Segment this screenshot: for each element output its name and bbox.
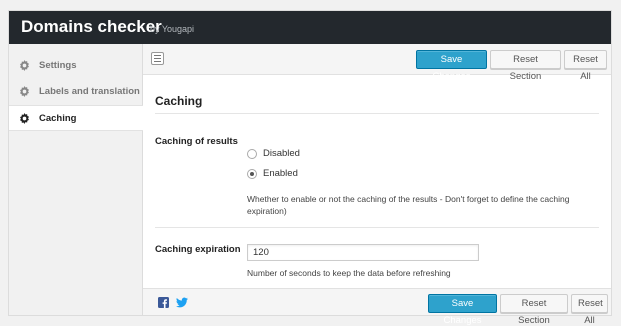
sidebar-item-settings[interactable]: Settings: [9, 52, 143, 78]
gear-icon: [20, 112, 29, 124]
sidebar-item-label: Settings: [39, 59, 77, 71]
gear-icon: [20, 85, 29, 97]
radio-disabled[interactable]: Disabled: [247, 148, 300, 159]
panel-header: Domains checker by Yougapi: [9, 11, 611, 44]
main-content: Save Changes Reset Section Reset All Cac…: [143, 44, 611, 326]
radio-label: Disabled: [263, 148, 300, 159]
panel-title: Domains checker: [21, 17, 162, 36]
caching-results-description: Whether to enable or not the caching of …: [247, 194, 570, 216]
reset-section-button[interactable]: Reset Section: [490, 50, 561, 82]
caching-expiration-input[interactable]: [247, 244, 479, 261]
caching-expiration-label: Caching expiration: [155, 244, 241, 255]
radio-button[interactable]: [247, 168, 257, 179]
reset-all-button[interactable]: Reset All: [564, 50, 607, 82]
twitter-icon[interactable]: [176, 297, 188, 308]
sidebar: Settings Labels and translation Caching: [9, 44, 144, 315]
sidebar-item-label: Caching: [39, 112, 77, 124]
radio-enabled[interactable]: Enabled: [247, 168, 298, 179]
sidebar-item-caching[interactable]: Caching: [9, 105, 144, 131]
panel-subtitle: by Yougapi: [150, 24, 195, 34]
save-button-footer[interactable]: Save Changes: [428, 294, 497, 326]
sidebar-item-label: Labels and translation: [39, 85, 140, 97]
bottom-toolbar: Save Changes Reset Section Reset All: [143, 288, 611, 326]
radio-button[interactable]: [247, 148, 257, 159]
expand-toggle-icon[interactable]: [151, 52, 164, 65]
caching-results-label: Caching of results: [155, 136, 238, 147]
reset-section-button-footer[interactable]: Reset Section: [500, 294, 568, 326]
gear-icon: [20, 59, 29, 71]
top-toolbar: Save Changes Reset Section Reset All: [143, 44, 611, 82]
options-panel: Domains checker by Yougapi Settings Labe…: [8, 10, 612, 326]
radio-label: Enabled: [263, 168, 298, 179]
sidebar-item-labels-translation[interactable]: Labels and translation: [9, 78, 143, 104]
reset-all-button-footer[interactable]: Reset All: [571, 294, 608, 326]
divider: [155, 113, 599, 114]
section-title: Caching: [155, 94, 203, 108]
divider: [155, 227, 599, 228]
facebook-icon[interactable]: [158, 297, 169, 308]
save-button[interactable]: Save Changes: [416, 50, 487, 82]
caching-expiration-description: Number of seconds to keep the data befor…: [247, 268, 451, 278]
